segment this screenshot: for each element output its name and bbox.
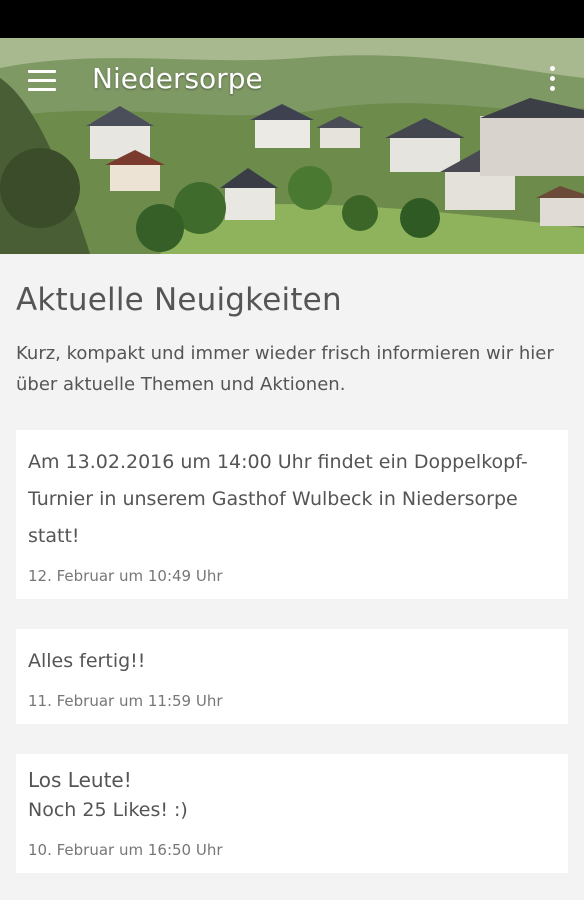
news-card-body: Am 13.02.2016 um 14:00 Uhr findet ein Do… (28, 451, 528, 547)
app-toolbar: Niedersorpe (0, 38, 584, 128)
news-content: Aktuelle Neuigkeiten Kurz, kompakt und i… (0, 282, 584, 873)
news-card-date: 11. Februar um 11:59 Uhr (28, 692, 223, 710)
hamburger-menu-icon[interactable] (28, 70, 56, 92)
news-card-date: 12. Februar um 10:49 Uhr (28, 567, 223, 585)
app-title: Niedersorpe (92, 62, 263, 95)
news-card-body: Noch 25 Likes! :) (28, 799, 188, 821)
news-card-date: 10. Februar um 16:50 Uhr (28, 841, 223, 859)
news-card[interactable]: Alles fertig!! 11. Februar um 11:59 Uhr (16, 629, 568, 724)
news-card-body: Alles fertig!! (28, 650, 146, 672)
news-card-title: Los Leute! (28, 768, 132, 792)
intro-text: Kurz, kompakt und immer wieder frisch in… (16, 343, 554, 395)
more-vert-icon[interactable] (548, 66, 556, 96)
header-image: Niedersorpe (0, 38, 584, 254)
page-title: Aktuelle Neuigkeiten (16, 282, 342, 318)
news-card[interactable]: Am 13.02.2016 um 14:00 Uhr findet ein Do… (16, 430, 568, 599)
status-bar (0, 0, 584, 38)
news-card[interactable]: Los Leute! Noch 25 Likes! :) 10. Februar… (16, 754, 568, 873)
